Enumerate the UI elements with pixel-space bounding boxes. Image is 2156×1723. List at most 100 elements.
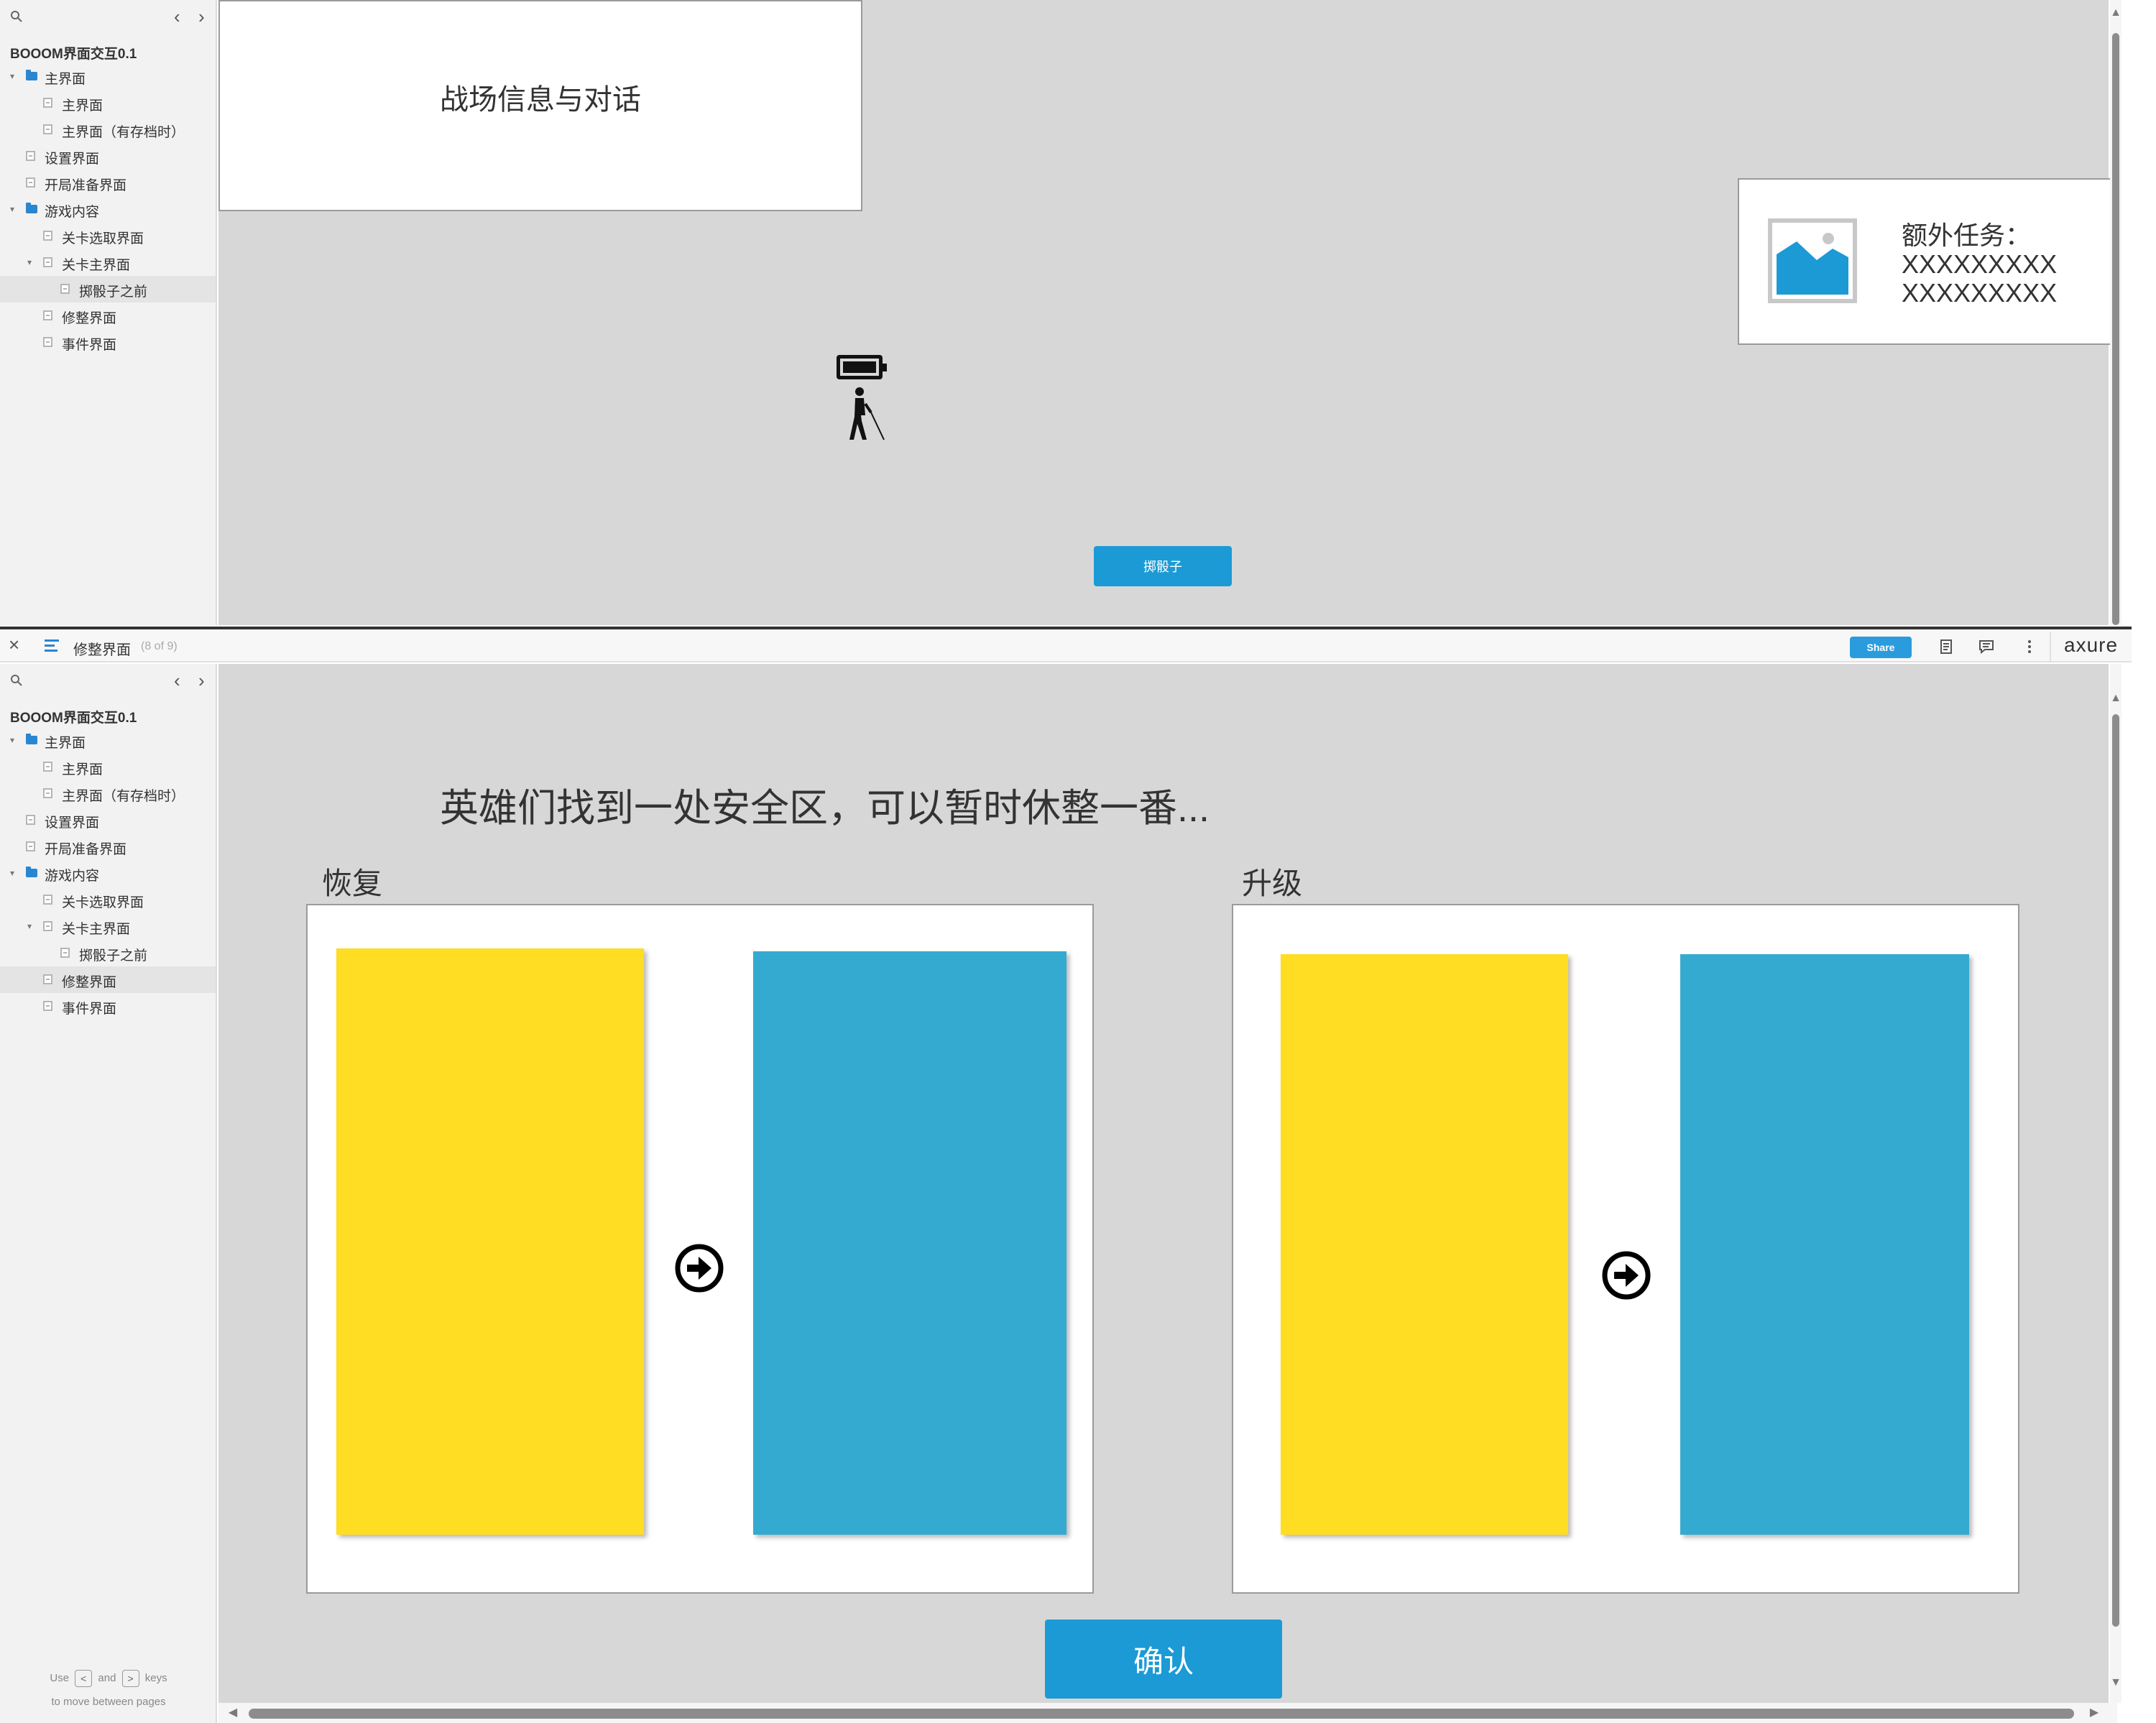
close-icon[interactable]: × bbox=[9, 634, 19, 655]
sitemap-item[interactable]: 开局准备界面 bbox=[0, 170, 216, 196]
sitemap-item[interactable]: 主界面 bbox=[0, 754, 216, 780]
sitemap-item[interactable]: ▾ 主界面 bbox=[0, 727, 216, 754]
sitemap-item-label: 事件界面 bbox=[62, 338, 117, 353]
sitemap-item[interactable]: ▾ 游戏内容 bbox=[0, 860, 216, 887]
recover-option-card[interactable] bbox=[336, 948, 644, 1535]
sitemap-item-label: 掷骰子之前 bbox=[79, 948, 148, 964]
recover-result-card[interactable] bbox=[753, 951, 1067, 1535]
expand-arrow-icon[interactable]: ▾ bbox=[27, 258, 34, 267]
sitemap-item-label: 设置界面 bbox=[45, 152, 100, 167]
sitemap-item-label: 掷骰子之前 bbox=[79, 285, 148, 300]
arrow-right-circle-icon bbox=[675, 1244, 724, 1293]
sitemap-item-label: 关卡主界面 bbox=[62, 922, 131, 937]
sitemap-item-label: 修整界面 bbox=[62, 975, 117, 990]
scroll-up-icon[interactable]: ▲ bbox=[2110, 7, 2122, 19]
scrollbar-thumb[interactable] bbox=[249, 1709, 2074, 1719]
sitemap-item[interactable]: 关卡选取界面 bbox=[0, 887, 216, 913]
upgrade-panel bbox=[1232, 904, 2019, 1594]
more-options-icon[interactable] bbox=[2021, 638, 2038, 655]
expand-arrow-icon[interactable]: ▾ bbox=[10, 205, 17, 213]
scrollbar-thumb[interactable] bbox=[2112, 714, 2119, 1627]
hint-and: and bbox=[98, 1671, 116, 1684]
page-icon bbox=[43, 257, 52, 267]
recover-panel bbox=[306, 904, 1094, 1594]
sitemap-item[interactable]: 主界面（有存档时） bbox=[0, 780, 216, 807]
folder-icon bbox=[26, 867, 37, 877]
scrollbar-thumb[interactable] bbox=[2112, 33, 2119, 625]
page-icon bbox=[43, 788, 52, 798]
vertical-scrollbar-bottom[interactable]: ▲ ▼ bbox=[2110, 664, 2122, 1703]
sitemap-sidebar-bottom: ‹ › BOOOM界面交互0.1 ▾ 主界面 主界面 主界面（有存档时） 设置界面 开局准… bbox=[0, 664, 217, 1723]
right-key-icon: > bbox=[121, 1670, 139, 1687]
sitemap-item-label: 事件界面 bbox=[62, 1002, 117, 1017]
sitemap-item[interactable]: 事件界面 bbox=[0, 329, 216, 356]
sitemap-item-label: 修整界面 bbox=[62, 311, 117, 326]
expand-arrow-icon[interactable]: ▾ bbox=[10, 72, 17, 80]
comment-icon[interactable] bbox=[1978, 638, 1995, 655]
sitemap-item[interactable]: 设置界面 bbox=[0, 807, 216, 833]
scroll-up-icon[interactable]: ▲ bbox=[2110, 693, 2122, 704]
recover-label: 恢复 bbox=[322, 867, 383, 900]
sitemap-item[interactable]: ▾ 关卡主界面 bbox=[0, 913, 216, 940]
expand-arrow-icon[interactable]: ▾ bbox=[10, 736, 17, 744]
page-icon bbox=[26, 177, 35, 188]
axure-logo[interactable]: axure bbox=[2064, 634, 2118, 657]
sitemap-item[interactable]: ▾ 关卡主界面 bbox=[0, 249, 216, 276]
sitemap-item[interactable]: 设置界面 bbox=[0, 143, 216, 170]
expand-arrow-icon[interactable]: ▾ bbox=[10, 869, 17, 877]
sitemap-item[interactable]: 掷骰子之前 bbox=[0, 276, 216, 302]
page-icon bbox=[43, 231, 52, 241]
sitemap-item[interactable]: 主界面 bbox=[0, 90, 216, 116]
sitemap-sidebar-top: ‹ › BOOOM界面交互0.1 ▾ 主界面 主界面 主界面（有存档时） 设置界面 开局准… bbox=[0, 0, 217, 625]
page-icon bbox=[26, 815, 35, 825]
page-icon bbox=[43, 337, 52, 347]
upgrade-result-card[interactable] bbox=[1680, 954, 1969, 1535]
confirm-button[interactable]: 确认 bbox=[1045, 1620, 1282, 1699]
notes-icon[interactable] bbox=[1938, 638, 1955, 655]
page-icon bbox=[60, 284, 70, 294]
sitemap-item-label: 设置界面 bbox=[45, 816, 100, 831]
search-icon[interactable] bbox=[10, 10, 23, 23]
sitemap-item[interactable]: 修整界面 bbox=[0, 302, 216, 329]
toolbar-divider bbox=[2050, 632, 2051, 661]
sitemap-item[interactable]: ▾ 游戏内容 bbox=[0, 196, 216, 223]
scroll-left-icon[interactable]: ◀ bbox=[227, 1707, 239, 1719]
sitemap-item[interactable]: 掷骰子之前 bbox=[0, 940, 216, 966]
hint-use: Use bbox=[50, 1671, 70, 1684]
horizontal-scrollbar[interactable]: ◀ ▶ bbox=[218, 1703, 2117, 1723]
upgrade-option-card[interactable] bbox=[1281, 954, 1568, 1535]
extra-task-card: 额外任务： XXXXXXXXX XXXXXXXXX bbox=[1738, 178, 2111, 345]
sitemap-item-label: 主界面 bbox=[45, 736, 86, 751]
page-icon bbox=[43, 895, 52, 905]
page-icon bbox=[26, 151, 35, 161]
share-button[interactable]: Share bbox=[1850, 637, 1912, 658]
sitemap-item[interactable]: 事件界面 bbox=[0, 993, 216, 1020]
page-icon bbox=[26, 841, 35, 851]
next-page-icon[interactable]: › bbox=[198, 7, 205, 26]
sitemap-item-label: 主界面 bbox=[45, 72, 86, 87]
vertical-scrollbar-top[interactable]: ▲ bbox=[2110, 0, 2122, 625]
roll-dice-button[interactable]: 掷骰子 bbox=[1094, 546, 1232, 586]
scroll-down-icon[interactable]: ▼ bbox=[2110, 1677, 2122, 1689]
sitemap-item[interactable]: 开局准备界面 bbox=[0, 833, 216, 860]
sitemap-item-label: 关卡主界面 bbox=[62, 258, 131, 273]
expand-arrow-icon[interactable]: ▾ bbox=[27, 922, 34, 930]
sitemap-item[interactable]: 关卡选取界面 bbox=[0, 223, 216, 249]
sitemap-item[interactable]: ▾ 主界面 bbox=[0, 63, 216, 90]
sitemap-item[interactable]: 修整界面 bbox=[0, 966, 216, 993]
dialog-title: 战场信息与对话 bbox=[440, 84, 641, 116]
sitemap-item-label: 游戏内容 bbox=[45, 205, 100, 220]
folder-icon bbox=[26, 203, 37, 213]
sitemap-item-label: 游戏内容 bbox=[45, 869, 100, 884]
sitemap-menu-icon[interactable] bbox=[45, 639, 59, 652]
scroll-right-icon[interactable]: ▶ bbox=[2088, 1707, 2100, 1719]
project-title: BOOOM界面交互0.1 bbox=[10, 47, 137, 62]
rest-headline: 英雄们找到一处安全区，可以暂时休整一番... bbox=[440, 787, 1210, 830]
upgrade-label: 升级 bbox=[1242, 867, 1303, 900]
prev-page-icon[interactable]: ‹ bbox=[174, 671, 180, 690]
search-icon[interactable] bbox=[10, 674, 23, 687]
prev-page-icon[interactable]: ‹ bbox=[174, 7, 180, 26]
page-count: (8 of 9) bbox=[141, 640, 178, 652]
next-page-icon[interactable]: › bbox=[198, 671, 205, 690]
sitemap-item[interactable]: 主界面（有存档时） bbox=[0, 116, 216, 143]
